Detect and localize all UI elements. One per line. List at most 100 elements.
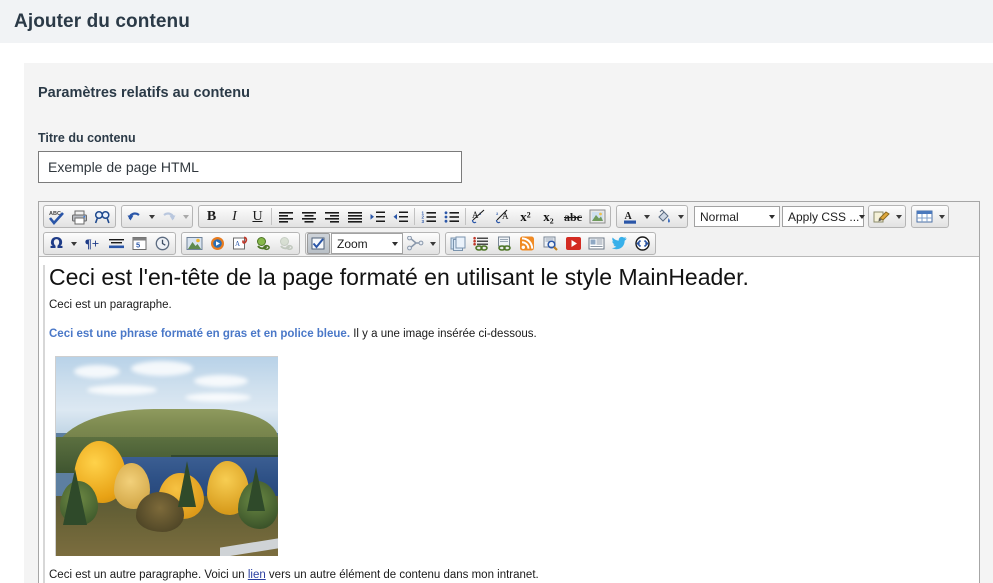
toolbar-group-insert-basic: Ω ¶+ 5 xyxy=(43,232,176,255)
paragraph-insert-icon[interactable]: ¶+ xyxy=(79,233,105,254)
increase-indent-icon[interactable] xyxy=(366,206,389,227)
embed-code-icon[interactable] xyxy=(631,233,654,254)
autumn-lake-photo[interactable] xyxy=(55,356,278,557)
bold-icon[interactable]: B xyxy=(200,206,223,227)
superscript-glyph: x² xyxy=(520,209,531,224)
editor-document[interactable]: Ceci est l'en-tête de la page formaté en… xyxy=(43,264,979,583)
ordered-list-icon[interactable]: 123 xyxy=(417,206,440,227)
content-paragraph-3: Ceci est un autre paragraphe. Voici un l… xyxy=(49,568,979,583)
insert-attachment-icon[interactable]: A xyxy=(229,233,252,254)
editor-toolbar-row-1: ABC B I U 1 2 3 A a a A x² x₂ abc A Norm… xyxy=(39,202,979,229)
undo-dropdown-arrow[interactable] xyxy=(146,206,157,227)
svg-text:5: 5 xyxy=(136,241,140,250)
strikethrough-icon[interactable]: abc xyxy=(560,206,586,227)
video-icon[interactable] xyxy=(562,233,585,254)
content-paragraph-2-rest: Il y a une image insérée ci-dessous. xyxy=(350,328,537,341)
apply-css-select-value: Apply CSS ... xyxy=(788,209,860,224)
page-header: Ajouter du contenu xyxy=(0,0,993,43)
redo-icon[interactable] xyxy=(157,206,180,227)
toolbar-divider xyxy=(465,208,466,225)
special-character-dropdown-arrow[interactable] xyxy=(68,233,79,254)
editor-content-area[interactable]: Ceci est l'en-tête de la page formaté en… xyxy=(39,256,979,583)
news-icon[interactable] xyxy=(585,233,608,254)
svg-text:3: 3 xyxy=(421,218,424,223)
print-icon[interactable] xyxy=(68,206,91,227)
chevron-down-icon[interactable] xyxy=(765,207,779,226)
spellcheck-icon[interactable]: ABC xyxy=(45,206,68,227)
photo-cloud xyxy=(184,392,251,402)
insert-time-icon[interactable] xyxy=(151,233,174,254)
horizontal-rule-icon[interactable] xyxy=(105,233,128,254)
apply-format-icon[interactable]: a A xyxy=(491,206,514,227)
format-select[interactable]: Normal xyxy=(694,206,780,227)
rss-feed-icon[interactable] xyxy=(516,233,539,254)
page-title: Ajouter du contenu xyxy=(14,10,190,32)
anchor-icon[interactable] xyxy=(404,233,427,254)
highlight-color-dropdown-arrow[interactable] xyxy=(675,206,686,227)
special-character-icon[interactable]: Ω xyxy=(45,233,68,254)
table-dropdown-arrow[interactable] xyxy=(936,206,947,227)
remove-format-icon[interactable]: A a xyxy=(468,206,491,227)
underline-icon[interactable]: U xyxy=(246,206,269,227)
anchor-dropdown-arrow[interactable] xyxy=(427,233,438,254)
zoom-toggle-button[interactable] xyxy=(307,233,330,254)
chevron-down-icon[interactable] xyxy=(388,234,402,253)
omega-glyph: Ω xyxy=(50,234,63,252)
copy-pages-icon[interactable] xyxy=(447,233,470,254)
toolbar-group-widgets xyxy=(445,232,656,255)
apply-css-select[interactable]: Apply CSS ... xyxy=(782,206,864,227)
preview-search-icon[interactable] xyxy=(539,233,562,254)
twitter-icon[interactable] xyxy=(608,233,631,254)
toolbar-group-painter xyxy=(868,205,906,228)
align-center-icon[interactable] xyxy=(297,206,320,227)
align-right-icon[interactable] xyxy=(320,206,343,227)
content-left-marker xyxy=(43,265,45,583)
toolbar-group-basic-format: B I U 1 2 3 A a a A x² x₂ abc xyxy=(198,205,611,228)
photo-cloud xyxy=(193,375,248,388)
superscript-icon[interactable]: x² xyxy=(514,206,537,227)
format-painter-icon[interactable] xyxy=(870,206,893,227)
text-color-icon[interactable]: A xyxy=(618,206,641,227)
redo-dropdown-arrow[interactable] xyxy=(180,206,191,227)
page-link-icon[interactable] xyxy=(493,233,516,254)
italic-icon[interactable]: I xyxy=(223,206,246,227)
toolbar-group-document: ABC xyxy=(43,205,116,228)
list-link-icon[interactable] xyxy=(470,233,493,254)
svg-text:a: a xyxy=(496,212,499,217)
content-inline-link[interactable]: lien xyxy=(248,569,266,581)
zoom-select-value: Zoom xyxy=(337,236,368,251)
photo-conifer xyxy=(178,460,197,507)
remove-link-icon[interactable] xyxy=(275,233,298,254)
insert-image-icon[interactable] xyxy=(183,233,206,254)
insert-date-icon[interactable]: 5 xyxy=(128,233,151,254)
align-left-icon[interactable] xyxy=(274,206,297,227)
text-color-dropdown-arrow[interactable] xyxy=(641,206,652,227)
find-replace-icon[interactable] xyxy=(91,206,114,227)
svg-text:A: A xyxy=(235,240,240,248)
toolbar-group-zoom: Zoom xyxy=(305,232,440,255)
toolbar-group-table xyxy=(911,205,949,228)
zoom-select[interactable]: Zoom xyxy=(331,233,403,254)
panel-heading: Paramètres relatifs au contenu xyxy=(38,85,250,101)
highlight-color-icon[interactable] xyxy=(652,206,675,227)
insert-media-icon[interactable] xyxy=(206,233,229,254)
table-icon[interactable] xyxy=(913,206,936,227)
insert-link-icon[interactable] xyxy=(252,233,275,254)
unordered-list-icon[interactable] xyxy=(440,206,463,227)
photo-conifer xyxy=(62,468,87,525)
underline-glyph: U xyxy=(252,208,263,224)
image-placeholder-icon[interactable] xyxy=(586,206,609,227)
content-settings-panel: Paramètres relatifs au contenu Titre du … xyxy=(24,63,993,583)
content-title-input[interactable] xyxy=(38,151,462,183)
subscript-icon[interactable]: x₂ xyxy=(537,206,560,227)
chevron-down-icon[interactable] xyxy=(859,207,865,226)
content-paragraph-1: Ceci est un paragraphe. xyxy=(49,299,172,312)
align-justify-icon[interactable] xyxy=(343,206,366,227)
content-shell: Paramètres relatifs au contenu Titre du … xyxy=(10,43,993,583)
undo-icon[interactable] xyxy=(123,206,146,227)
toolbar-group-colors: A xyxy=(616,205,688,228)
format-painter-dropdown-arrow[interactable] xyxy=(893,206,904,227)
content-heading: Ceci est l'en-tête de la page formaté en… xyxy=(49,264,749,290)
decrease-indent-icon[interactable] xyxy=(389,206,412,227)
toolbar-divider xyxy=(414,208,415,225)
